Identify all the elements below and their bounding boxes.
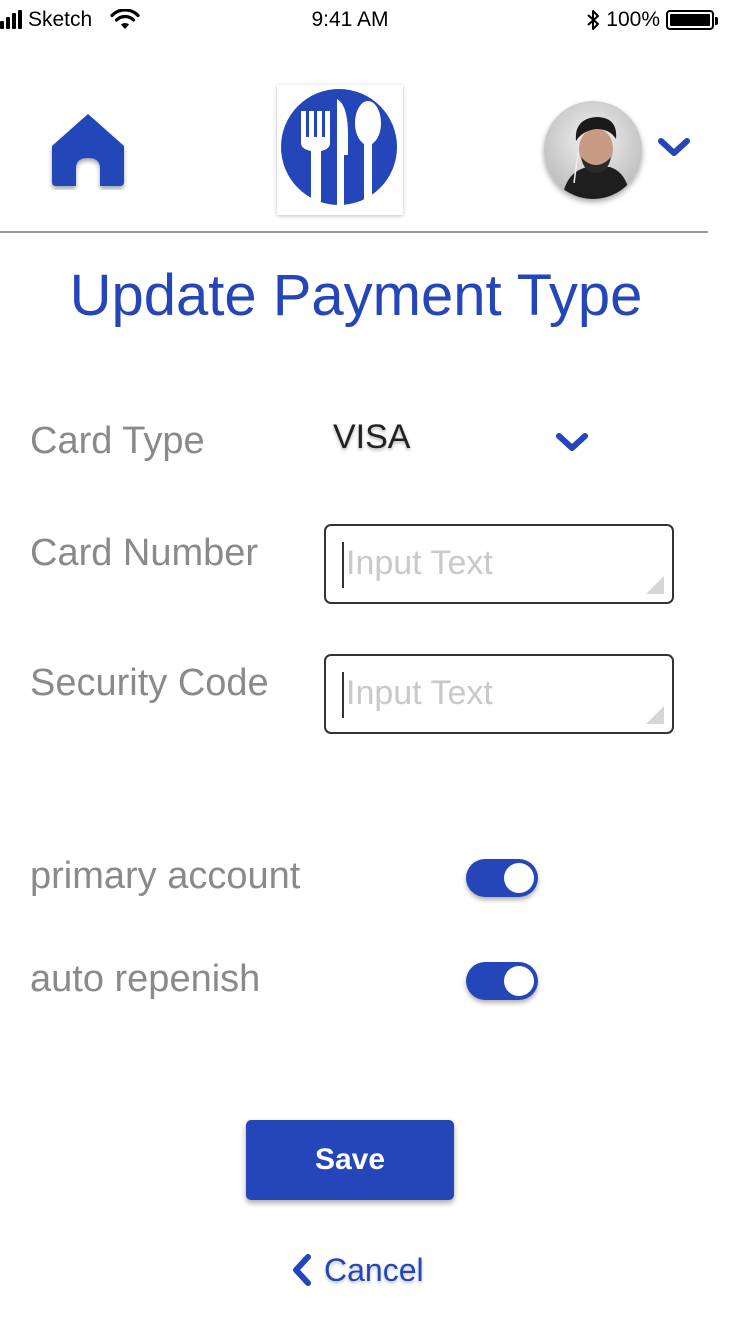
status-bar: Sketch 9:41 AM 100% — [0, 0, 750, 40]
text-caret — [342, 542, 344, 588]
security-code-placeholder: Input Text — [346, 674, 493, 712]
security-code-field[interactable]: Input Text — [324, 654, 674, 734]
page-title: Update Payment Type — [69, 263, 643, 328]
card-number-field[interactable]: Input Text — [324, 524, 674, 604]
avatar[interactable] — [544, 101, 642, 199]
fork-knife-spoon-icon — [281, 89, 397, 209]
resize-handle-icon[interactable] — [646, 706, 664, 724]
resize-handle-icon[interactable] — [646, 576, 664, 594]
battery-percent: 100% — [606, 8, 660, 31]
primary-account-toggle[interactable] — [466, 859, 538, 897]
save-button[interactable]: Save — [246, 1120, 454, 1200]
app-header — [0, 80, 750, 232]
chevron-left-icon — [293, 1254, 311, 1286]
battery-icon — [666, 10, 718, 30]
card-type-select[interactable]: VISA — [333, 418, 410, 457]
user-avatar — [544, 101, 642, 199]
text-caret — [342, 672, 344, 718]
toggle-knob — [504, 966, 534, 996]
home-icon — [52, 114, 124, 186]
status-right: 100% — [586, 8, 718, 32]
auto-replenish-toggle[interactable] — [466, 962, 538, 1000]
bluetooth-icon — [587, 10, 600, 30]
chevron-down-icon[interactable] — [554, 430, 590, 456]
header-divider — [0, 231, 708, 233]
cancel-label: Cancel — [324, 1251, 424, 1288]
chevron-down-icon[interactable] — [656, 135, 692, 161]
card-number-placeholder: Input Text — [346, 544, 493, 582]
app-logo — [277, 85, 403, 215]
security-code-label: Security Code — [30, 662, 269, 704]
toggle-knob — [504, 863, 534, 893]
home-button[interactable] — [48, 110, 128, 190]
auto-replenish-label: auto repenish — [30, 958, 261, 1000]
cancel-button[interactable]: Cancel — [290, 1250, 424, 1290]
card-number-label: Card Number — [30, 532, 259, 574]
primary-account-label: primary account — [30, 855, 301, 897]
card-type-label: Card Type — [30, 420, 205, 462]
